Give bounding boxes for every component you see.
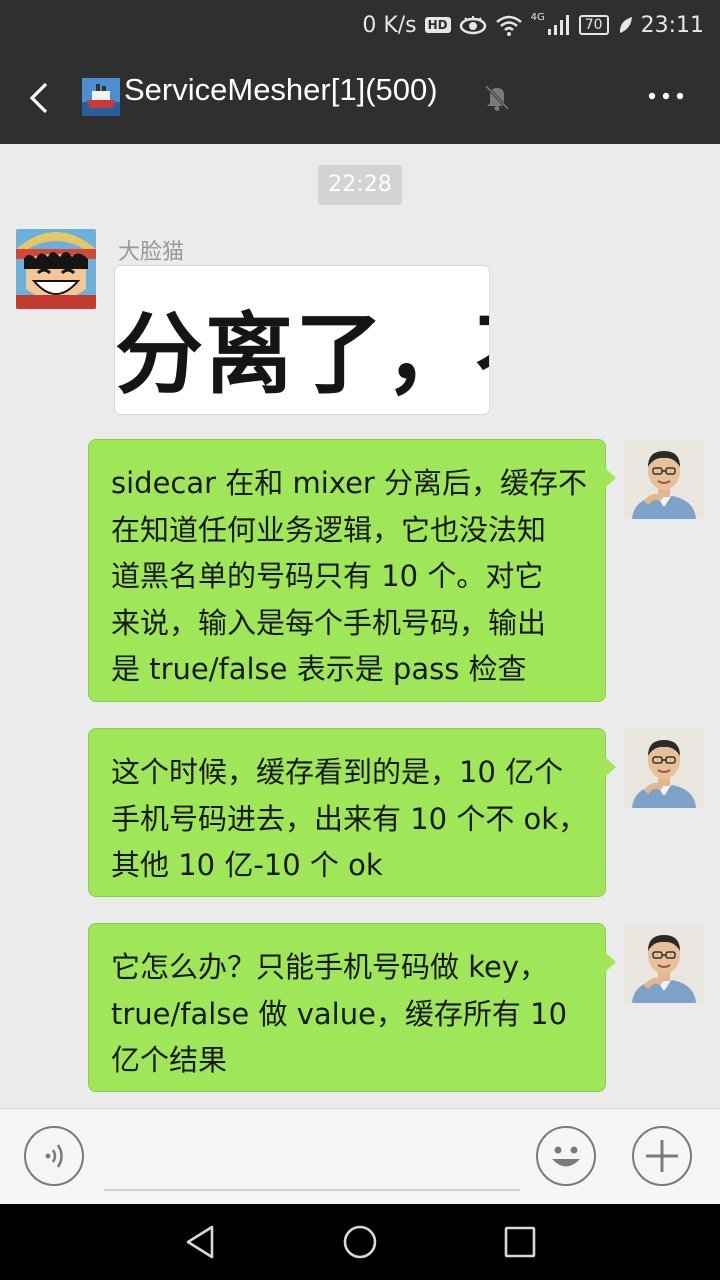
message-line: 其他 10 亿-10 个 ok <box>111 848 383 882</box>
status-bar: 0 K/s HD 4G 70 23:11 <box>0 0 720 50</box>
outgoing-message-bubble[interactable]: 它怎么办？只能手机号码做 key， true/false 做 value，缓存所有… <box>88 923 616 1092</box>
mute-bell-icon <box>484 84 510 111</box>
person-avatar-icon <box>624 728 704 808</box>
battery-indicator: 70 <box>578 15 609 35</box>
home-circle-icon[interactable] <box>340 1222 380 1262</box>
clock: 23:11 <box>640 12 704 38</box>
net-speed: 0 K/s <box>362 12 417 38</box>
voice-icon <box>45 1144 63 1168</box>
chat-title[interactable]: ServiceMesher[1](500) <box>124 72 438 108</box>
wifi-icon <box>495 15 522 36</box>
message-line: 在知道任何业务逻辑，它也没法知 <box>111 512 547 547</box>
message-line: 手机号码进去，出来有 10 个不 ok， <box>111 801 588 836</box>
back-triangle-icon[interactable] <box>180 1222 220 1262</box>
emoji-icon <box>552 1146 580 1167</box>
message-line: 来说，输入是每个手机号码，输出 <box>111 605 547 640</box>
message-line: 是 true/false 表示是 pass 检查 <box>111 652 527 686</box>
sender-name: 大脸猫 <box>118 240 185 265</box>
plus-icon <box>646 1140 678 1172</box>
message-line: 它怎么办？只能手机号码做 key， <box>111 950 548 984</box>
my-avatar[interactable] <box>624 439 704 519</box>
signal-icon <box>547 15 569 35</box>
leaf-icon <box>619 17 632 33</box>
eye-icon <box>459 16 486 35</box>
system-nav-bar <box>0 1204 720 1280</box>
message-line: 亿个结果 <box>111 1043 228 1077</box>
ship-group-icon <box>82 78 120 116</box>
message-input[interactable] <box>104 1131 520 1191</box>
my-avatar[interactable] <box>624 728 704 808</box>
person-avatar-icon <box>624 923 704 1003</box>
message-line: 这个时候，缓存看到的是，10 亿个 <box>111 755 564 789</box>
input-bar <box>0 1108 720 1205</box>
my-avatar[interactable] <box>624 923 704 1003</box>
chat-header: ServiceMesher[1](500) <box>0 50 720 144</box>
plus-button[interactable] <box>632 1126 692 1186</box>
voice-button[interactable] <box>24 1126 84 1186</box>
message-line: sidecar 在和 mixer 分离后，缓存不 <box>111 466 588 500</box>
recents-square-icon[interactable] <box>500 1222 540 1262</box>
network-type: 4G <box>530 11 545 23</box>
cartoon-avatar-icon <box>16 229 96 309</box>
chat-timestamp: 22:28 <box>318 165 402 205</box>
message-line: 道黑名单的号码只有 10 个。对它 <box>111 559 544 593</box>
more-dots-icon[interactable] <box>646 86 686 106</box>
person-avatar-icon <box>624 439 704 519</box>
message-line: true/false 做 value，缓存所有 10 <box>111 996 568 1031</box>
hd-badge: HD <box>424 17 451 33</box>
emoji-button[interactable] <box>536 1126 596 1186</box>
outgoing-message-bubble[interactable]: sidecar 在和 mixer 分离后，缓存不 在知道任何业务逻辑，它也没法知道… <box>88 439 616 702</box>
image-message-text: 分离了，不 <box>115 302 489 406</box>
back-arrow-icon[interactable] <box>22 78 58 118</box>
outgoing-message-bubble[interactable]: 这个时候，缓存看到的是，10 亿个 手机号码进去，出来有 10 个不 ok， 其他 … <box>88 728 616 897</box>
image-message[interactable]: 分离了，不 <box>114 265 490 415</box>
sender-avatar[interactable] <box>16 229 96 309</box>
